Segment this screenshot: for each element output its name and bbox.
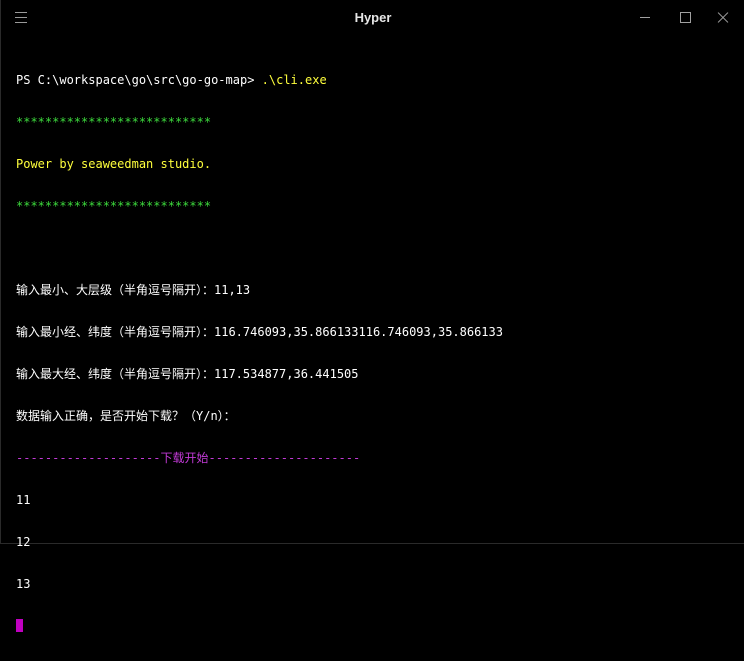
shell-prompt: PS C:\workspace\go\src\go-go-map> (16, 73, 262, 87)
level-line: 11 (16, 493, 31, 507)
cursor-line (16, 619, 503, 633)
minimize-button[interactable] (631, 6, 659, 30)
level-line: 12 (16, 535, 31, 549)
download-divider: --------------------下载开始----------------… (16, 451, 361, 465)
command-line: PS C:\workspace\go\src\go-go-map> .\cli.… (16, 73, 503, 87)
input-min-line: 输入最小经、纬度（半角逗号隔开）：116.746093,35.866133116… (16, 325, 503, 339)
command-text: .\cli.exe (261, 73, 327, 87)
confirm-line: 数据输入正确，是否开始下载？（Y/n）： (16, 409, 236, 423)
title-bar[interactable]: Hyper (1, 0, 744, 36)
input-max-line: 输入最大经、纬度（半角逗号隔开）：117.534877,36.441505 (16, 367, 359, 381)
minimize-icon (640, 17, 650, 18)
close-button[interactable] (709, 6, 737, 30)
terminal-window: Hyper PS C:\workspace\go\src\go-go-map> … (0, 0, 744, 632)
maximize-button[interactable] (671, 6, 699, 30)
maximize-icon (680, 12, 691, 23)
terminal-output[interactable]: PS C:\workspace\go\src\go-go-map> .\cli.… (16, 45, 503, 661)
input-level-line: 输入最小、大层级（半角逗号隔开）：11,13 (16, 283, 251, 297)
terminal-cursor (16, 619, 23, 632)
stars-bottom: *************************** (16, 199, 212, 213)
stars-top: *************************** (16, 115, 212, 129)
banner-text: Power by seaweedman studio. (16, 157, 212, 171)
level-line: 13 (16, 577, 31, 591)
